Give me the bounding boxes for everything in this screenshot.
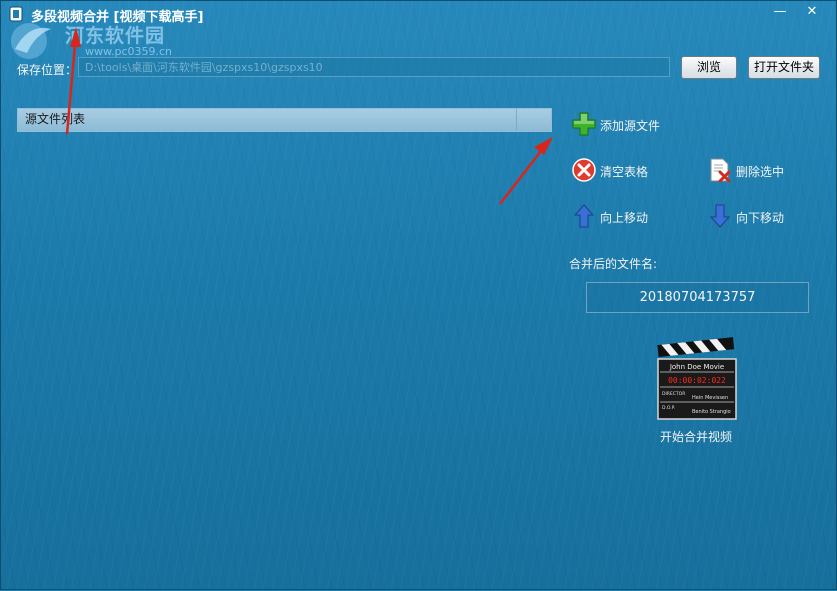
close-button[interactable]: ✕ [797, 1, 827, 23]
open-folder-button[interactable]: 打开文件夹 [748, 56, 820, 79]
clapper-director: Hein Mevissen [692, 395, 728, 401]
delete-selected-label: 删除选中 [736, 165, 785, 179]
add-source-file-label: 添加源文件 [600, 119, 661, 133]
merged-filename-field[interactable]: 20180704173757 [586, 282, 809, 313]
browse-button[interactable]: 浏览 [681, 56, 737, 79]
source-file-list-header-label: 源文件列表 [25, 112, 86, 126]
merged-filename-label: 合并后的文件名: [569, 257, 658, 271]
save-location-label: 保存位置： [17, 63, 78, 77]
clear-circle-icon [572, 158, 596, 182]
delete-file-icon [710, 158, 731, 183]
clapper-title: John Doe Movie [669, 363, 724, 371]
annotation-arrow-list [499, 137, 553, 205]
start-merge-label[interactable]: 开始合并视频 [660, 428, 732, 445]
clapperboard-icon[interactable]: John Doe Movie 00:00:02:022 DIRECTOR Hei… [656, 337, 738, 421]
clear-table-label: 清空表格 [600, 165, 649, 179]
arrow-up-icon [573, 204, 595, 228]
watermark-logo-icon [11, 23, 51, 59]
move-down-label: 向下移动 [736, 211, 785, 225]
clapper-director-label: DIRECTOR [662, 391, 685, 397]
clapper-dop: Benito Strangio [692, 409, 731, 415]
move-up-label: 向上移动 [600, 211, 649, 225]
clapper-timecode: 00:00:02:022 [668, 376, 726, 385]
source-file-list-header[interactable]: 源文件列表 [17, 108, 552, 132]
plus-icon [572, 112, 596, 136]
column-separator[interactable] [516, 109, 517, 131]
arrow-down-icon [709, 204, 731, 228]
save-location-input[interactable]: D:\tools\桌面\河东软件园\gzspxs10\gzspxs10 [78, 57, 670, 77]
main-window: 多段视频合并 [视频下载高手] — ✕ 河东软件园 www.pc0359.cn … [0, 0, 837, 590]
clapper-dop-label: D.O.P. [662, 405, 675, 411]
watermark-site-name: 河东软件园 [65, 25, 166, 47]
minimize-button[interactable]: — [765, 1, 795, 23]
